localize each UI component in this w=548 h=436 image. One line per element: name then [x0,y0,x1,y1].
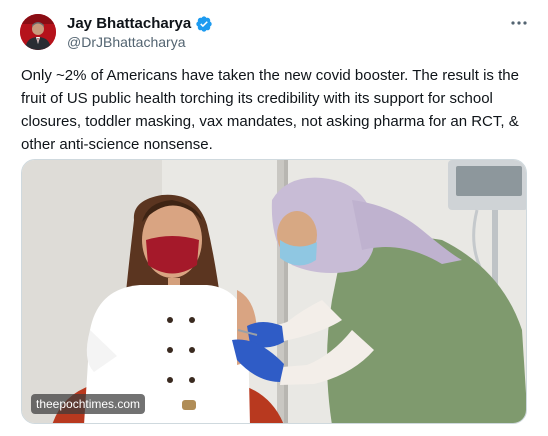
author-name-row: Jay Bhattacharya [67,14,213,34]
more-options-icon[interactable] [509,14,529,32]
tweet: Jay Bhattacharya @DrJBhattacharya Only ~… [0,0,548,436]
tweet-media-image[interactable]: theepochtimes.com [21,159,527,424]
avatar[interactable] [20,14,56,50]
author-handle[interactable]: @DrJBhattacharya [67,33,185,51]
author-display-name[interactable]: Jay Bhattacharya [67,14,191,34]
source-watermark: theepochtimes.com [31,394,146,414]
tweet-text: Only ~2% of Americans have taken the new… [21,67,524,153]
vaccination-photo [22,160,526,423]
verified-badge-icon [195,15,213,33]
